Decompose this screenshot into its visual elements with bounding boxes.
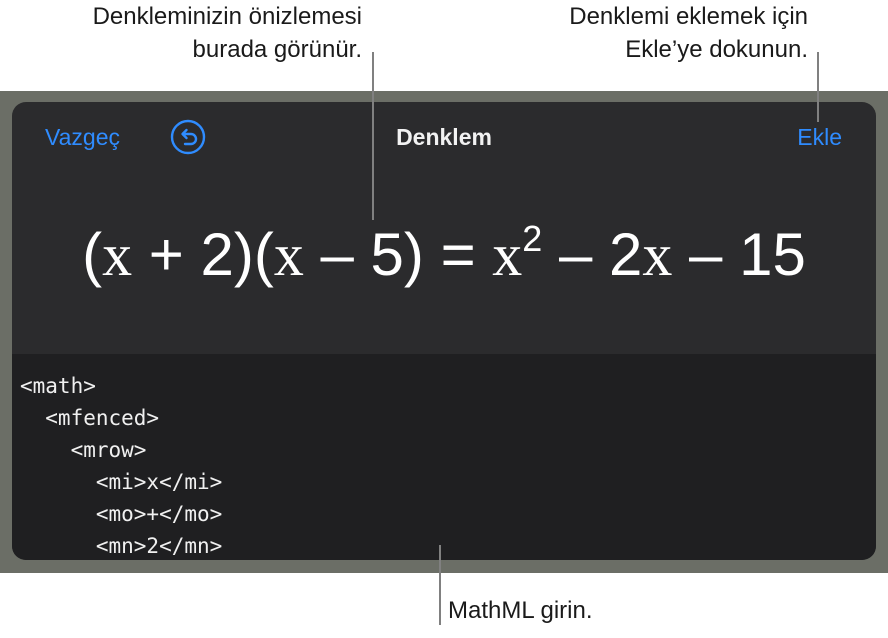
- mathml-code[interactable]: <math> <mfenced> <mrow> <mi>x</mi> <mo>+…: [20, 370, 222, 560]
- mathml-editor[interactable]: <math> <mfenced> <mrow> <mi>x</mi> <mo>+…: [12, 354, 876, 560]
- callout-insert-line-1: Denklemi eklemek için: [569, 3, 808, 30]
- equation-sheet: Vazgeç Denklem Ekle (x + 2)(x – 5) = x2 …: [12, 102, 876, 560]
- code-line: <mrow>: [20, 438, 147, 462]
- code-line: <mfenced>: [20, 406, 160, 430]
- callout-preview-line-1: Denkleminizin önizlemesi: [92, 3, 362, 30]
- callout-insert: Denklemi eklemek için Ekle’ye dokunun.: [569, 0, 808, 66]
- equation-part: (: [82, 221, 103, 288]
- callout-preview-line-2: burada görünür.: [192, 36, 362, 63]
- code-line: <mo>+</mo>: [20, 502, 223, 526]
- callout-mathml: MathML girin.: [448, 597, 593, 624]
- code-line: <mi>x</mi>: [20, 470, 223, 494]
- code-line: <math>: [20, 374, 96, 398]
- equation-part: – 15: [672, 221, 806, 288]
- equation-preview: (x + 2)(x – 5) = x2 – 2x – 15: [12, 172, 876, 354]
- callout-insert-line-2: Ekle’ye dokunun.: [625, 36, 808, 63]
- preview-leader-line: [372, 52, 374, 220]
- mathml-leader-line: [439, 545, 441, 625]
- equation-variable: x: [642, 222, 673, 288]
- equation-variable: x: [102, 222, 133, 288]
- insert-button[interactable]: Ekle: [797, 124, 842, 151]
- equation-part: + 2)(: [132, 221, 274, 288]
- equation-part: – 2: [542, 221, 643, 288]
- equation-render: (x + 2)(x – 5) = x2 – 2x – 15: [12, 218, 876, 290]
- equation-variable: x: [273, 222, 304, 288]
- code-line: <mn>2</mn>: [20, 534, 223, 558]
- dialog-title: Denklem: [396, 124, 492, 150]
- equation-part: – 5) =: [303, 221, 493, 288]
- insert-leader-line: [817, 52, 819, 122]
- equation-variable: x: [492, 222, 523, 288]
- nav-bar: Vazgeç Denklem Ekle: [12, 102, 876, 172]
- equation-exponent: 2: [522, 218, 543, 259]
- callout-preview: Denkleminizin önizlemesi burada görünür.: [93, 0, 362, 66]
